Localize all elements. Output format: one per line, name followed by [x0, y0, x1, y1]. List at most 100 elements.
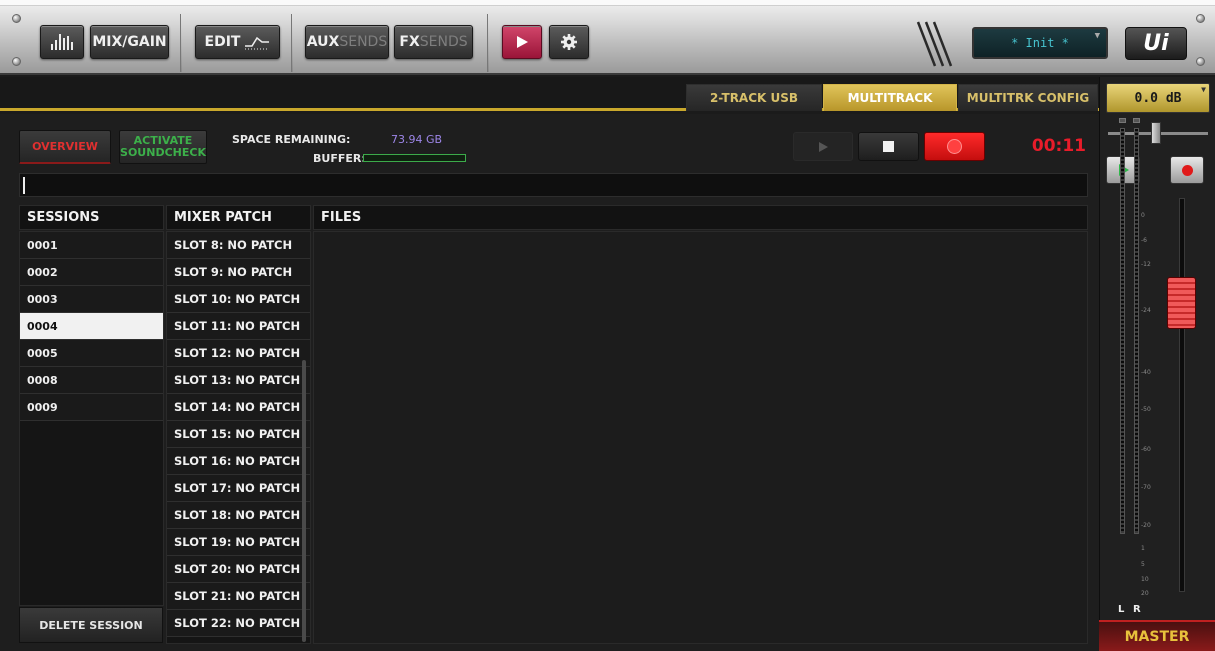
mix-gain-button[interactable]: MIX/GAIN [90, 25, 169, 59]
patch-slot-label: SLOT 8: NO PATCH [174, 238, 293, 252]
screw-icon [12, 14, 21, 23]
session-row[interactable]: 0002 [20, 259, 163, 286]
master-record-button[interactable] [1170, 156, 1204, 184]
mixer-patch-scrollbar[interactable] [302, 360, 306, 642]
session-name-input[interactable] [19, 173, 1088, 197]
patch-slot-label: SLOT 18: NO PATCH [174, 508, 301, 522]
patch-slot-row[interactable]: SLOT 14: NO PATCH [167, 394, 310, 421]
patch-slot-row[interactable]: SLOT 19: NO PATCH [167, 529, 310, 556]
text-cursor [23, 177, 25, 194]
transport-record-button[interactable] [924, 132, 985, 161]
logo-text: Ui [1143, 31, 1169, 56]
play-icon [517, 36, 528, 48]
activate-soundcheck-button[interactable]: ACTIVATE SOUNDCHECK [119, 130, 207, 164]
master-strip: 0.0 dB ▼ [1099, 77, 1215, 651]
clip-led-left [1119, 118, 1126, 123]
sessions-header: SESSIONS [19, 205, 164, 230]
recording-timer: 00:11 [1031, 136, 1086, 156]
scale-mark: 10 [1141, 576, 1149, 583]
patch-slot-row[interactable]: SLOT 18: NO PATCH [167, 502, 310, 529]
session-row[interactable]: 0005 [20, 340, 163, 367]
tab-multitrk-config[interactable]: MULTITRK CONFIG [958, 84, 1098, 111]
scale-mark: -60 [1141, 446, 1151, 453]
snapshot-name: * Init * [1011, 36, 1069, 50]
meter-left [1120, 128, 1125, 534]
fx-sends-label: SENDS [419, 34, 468, 50]
aux-sends-button[interactable]: AUXSENDS [305, 25, 389, 59]
scale-mark: -6 [1141, 237, 1147, 244]
space-remaining-label: SPACE REMAINING: [232, 133, 351, 146]
media-player-button[interactable] [502, 25, 542, 59]
tab-multitrack[interactable]: MULTITRACK [823, 84, 957, 111]
patch-slot-row[interactable]: SLOT 9: NO PATCH [167, 259, 310, 286]
record-icon [1181, 164, 1193, 176]
patch-slot-row[interactable]: SLOT 11: NO PATCH [167, 313, 310, 340]
aux-sends-label: SENDS [339, 34, 388, 50]
fx-label: FX [399, 34, 420, 50]
stop-icon [883, 141, 894, 152]
toolbar-top-edge [0, 0, 1215, 6]
scale-mark: 5 [1141, 561, 1145, 568]
session-row[interactable]: 0008 [20, 367, 163, 394]
transport-play-button[interactable] [793, 132, 853, 161]
scale-mark: -20 [1141, 522, 1151, 529]
edit-curve-icon [245, 36, 270, 50]
toolbar-divider [180, 14, 182, 72]
edit-button[interactable]: EDIT [195, 25, 280, 59]
patch-slot-row[interactable]: SLOT 21: NO PATCH [167, 583, 310, 610]
session-row[interactable]: 0001 [20, 232, 163, 259]
session-label: 0003 [27, 292, 58, 306]
fx-sends-button[interactable]: FXSENDS [394, 25, 473, 59]
snapshot-selector[interactable]: * Init * ▼ [972, 27, 1108, 59]
session-label: 0002 [27, 265, 58, 279]
meters-icon [51, 34, 73, 50]
meters-button[interactable] [40, 25, 84, 59]
tab-label: MULTITRK CONFIG [966, 91, 1090, 105]
patch-slot-label: SLOT 14: NO PATCH [174, 400, 301, 414]
meter-left-label: L [1118, 604, 1125, 615]
session-label: 0009 [27, 400, 58, 414]
master-fader-track [1179, 198, 1185, 592]
patch-slot-row[interactable]: SLOT 15: NO PATCH [167, 421, 310, 448]
space-remaining-value: 73.94 GB [391, 133, 443, 146]
delete-session-label: DELETE SESSION [39, 618, 143, 632]
aux-label: AUX [306, 34, 340, 50]
patch-slot-row[interactable]: SLOT 16: NO PATCH [167, 448, 310, 475]
master-fader-knob[interactable] [1167, 277, 1196, 329]
patch-slot-row[interactable]: SLOT 20: NO PATCH [167, 556, 310, 583]
settings-button[interactable] [549, 25, 589, 59]
patch-slot-label: SLOT 11: NO PATCH [174, 319, 301, 333]
patch-slot-row[interactable]: SLOT 10: NO PATCH [167, 286, 310, 313]
files-list[interactable] [313, 231, 1088, 644]
patch-slot-row[interactable]: SLOT 13: NO PATCH [167, 367, 310, 394]
master-level-display[interactable]: 0.0 dB ▼ [1106, 83, 1210, 113]
meter-right-label: R [1133, 604, 1141, 615]
recorder-tab-bar: 2-TRACK USB MULTITRACK MULTITRK CONFIG [0, 77, 1099, 111]
patch-slot-label: SLOT 12: NO PATCH [174, 346, 301, 360]
delete-session-button[interactable]: DELETE SESSION [19, 607, 163, 643]
scale-mark: -24 [1141, 307, 1151, 314]
overview-button[interactable]: OVERVIEW [19, 130, 111, 164]
patch-slot-row[interactable]: SLOT 22: NO PATCH [167, 610, 310, 637]
patch-slot-row[interactable]: SLOT 8: NO PATCH [167, 232, 310, 259]
session-row-selected[interactable]: 0004 [20, 313, 163, 340]
mixer-patch-list[interactable]: SLOT 8: NO PATCH SLOT 9: NO PATCH SLOT 1… [166, 231, 311, 644]
record-icon [948, 140, 961, 153]
patch-slot-label: SLOT 9: NO PATCH [174, 265, 293, 279]
patch-slot-label: SLOT 17: NO PATCH [174, 481, 301, 495]
patch-slot-label: SLOT 10: NO PATCH [174, 292, 301, 306]
session-row[interactable]: 0009 [20, 394, 163, 421]
tab-2-track-usb[interactable]: 2-TRACK USB [686, 84, 822, 111]
play-icon [819, 141, 828, 152]
mix-gain-label: MIX/GAIN [92, 34, 167, 50]
master-label-text: MASTER [1124, 628, 1190, 645]
scale-mark: -50 [1141, 406, 1151, 413]
scale-mark: 1 [1141, 545, 1145, 552]
patch-slot-row[interactable]: SLOT 12: NO PATCH [167, 340, 310, 367]
pan-knob[interactable] [1151, 122, 1161, 144]
transport-stop-button[interactable] [858, 132, 919, 161]
patch-slot-row[interactable]: SLOT 17: NO PATCH [167, 475, 310, 502]
session-label: 0001 [27, 238, 58, 252]
brand-slashes-icon [916, 21, 953, 67]
session-row[interactable]: 0003 [20, 286, 163, 313]
